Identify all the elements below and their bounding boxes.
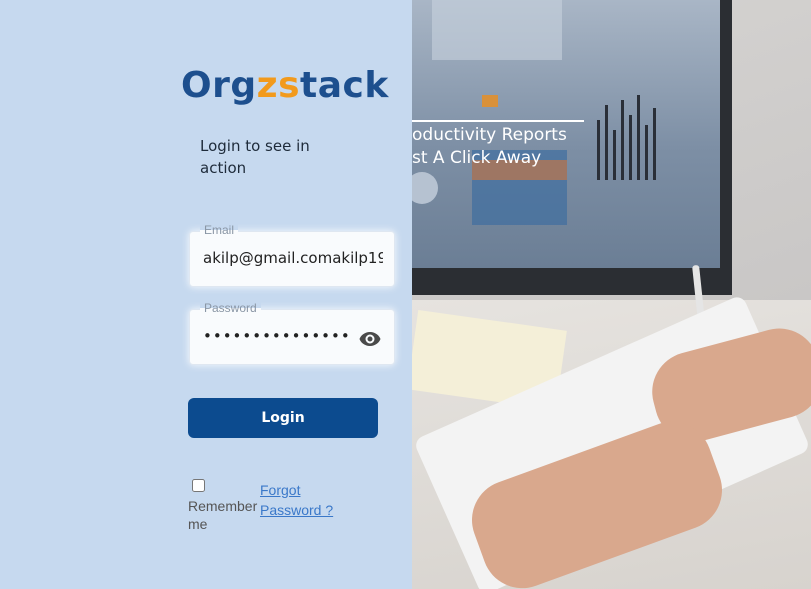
email-input[interactable] bbox=[203, 249, 383, 267]
remember-me-checkbox[interactable] bbox=[192, 479, 205, 492]
eye-icon[interactable] bbox=[358, 327, 382, 351]
password-field: Password bbox=[189, 301, 395, 365]
hero-underline bbox=[412, 120, 584, 122]
logo-part-3: tack bbox=[300, 65, 389, 106]
login-panel: Orgzstack Login to see in action Email P… bbox=[0, 0, 412, 589]
login-tagline: Login to see in action bbox=[200, 137, 310, 177]
forgot-password-link[interactable]: Forgot Password ? bbox=[260, 480, 340, 520]
password-label: Password bbox=[200, 301, 261, 315]
password-input[interactable] bbox=[203, 327, 348, 345]
email-label: Email bbox=[200, 223, 239, 237]
email-field: Email bbox=[189, 223, 395, 287]
hero-image: oductivity Reports st A Click Away bbox=[412, 0, 811, 589]
logo-part-2: zs bbox=[256, 65, 301, 106]
remember-me-label: Remember me bbox=[188, 498, 258, 532]
monitor: oductivity Reports st A Click Away bbox=[412, 0, 732, 295]
logo-part-1: Org bbox=[181, 65, 257, 106]
hero-headline-line1: oductivity Reports bbox=[412, 125, 567, 145]
monitor-screen: oductivity Reports st A Click Away bbox=[412, 0, 720, 268]
hero-headline-line2: st A Click Away bbox=[412, 148, 542, 168]
orgzstack-logo: Orgzstack bbox=[181, 64, 389, 108]
login-button[interactable]: Login bbox=[188, 398, 378, 438]
